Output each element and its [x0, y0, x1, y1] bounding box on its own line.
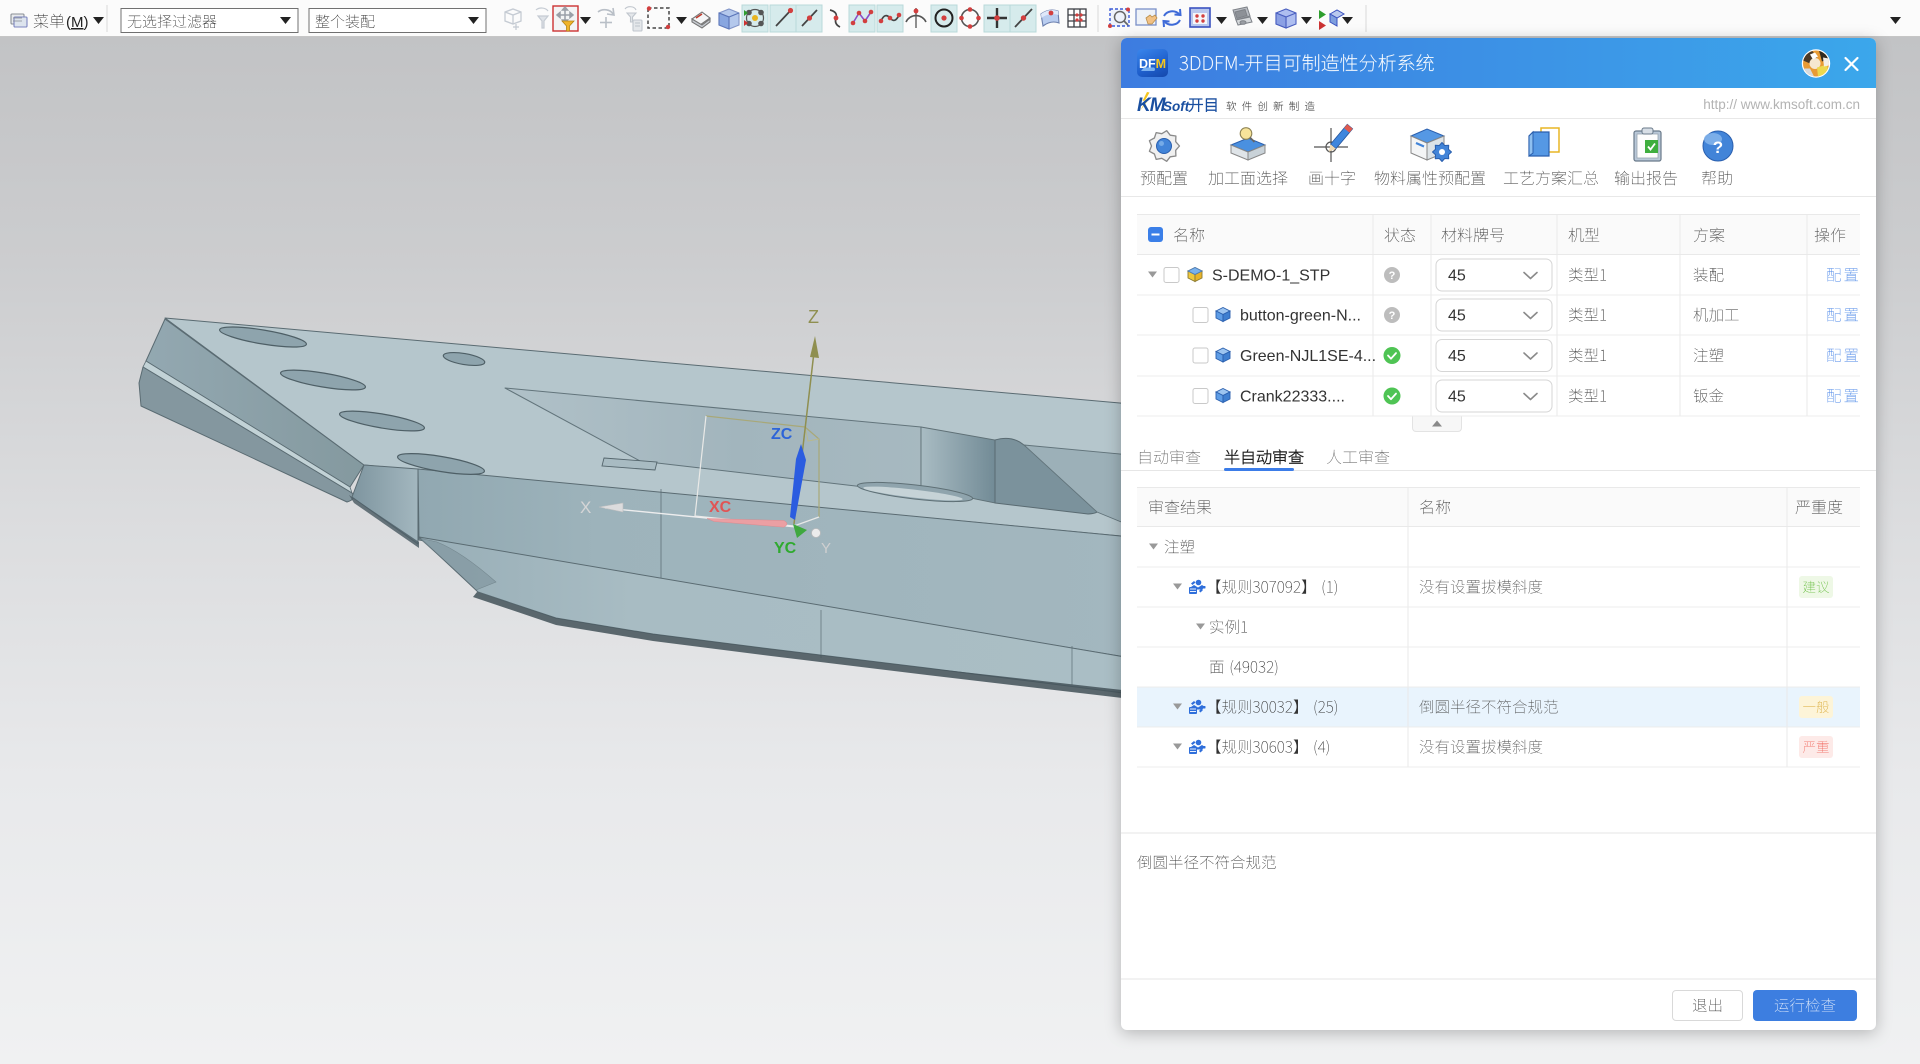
svg-text:?: ? — [1389, 270, 1396, 282]
svg-text:Z: Z — [808, 307, 819, 327]
svg-text:45: 45 — [1448, 308, 1466, 325]
svg-text:?: ? — [1713, 138, 1723, 157]
svg-text:Soft: Soft — [1163, 99, 1190, 114]
svg-text:Y: Y — [821, 540, 831, 557]
svg-text:button-green-N...: button-green-N... — [1240, 308, 1361, 325]
svg-text:Green-NJL1SE-4...: Green-NJL1SE-4... — [1240, 348, 1376, 365]
svg-text:http:// www.kmsoft.com.cn: http:// www.kmsoft.com.cn — [1703, 97, 1860, 112]
svg-text:?: ? — [1389, 310, 1396, 322]
svg-text:X: X — [580, 498, 591, 517]
svg-text:ZC: ZC — [771, 426, 793, 443]
svg-text:Crank22333....: Crank22333.... — [1240, 389, 1345, 406]
svg-text:XC: XC — [709, 499, 732, 516]
svg-text:YC: YC — [774, 540, 797, 557]
svg-text:S-DEMO-1_STP: S-DEMO-1_STP — [1212, 268, 1330, 285]
svg-text:45: 45 — [1448, 348, 1466, 365]
svg-text:45: 45 — [1448, 268, 1466, 285]
svg-text:(M): (M) — [66, 14, 89, 31]
svg-text:45: 45 — [1448, 389, 1466, 406]
